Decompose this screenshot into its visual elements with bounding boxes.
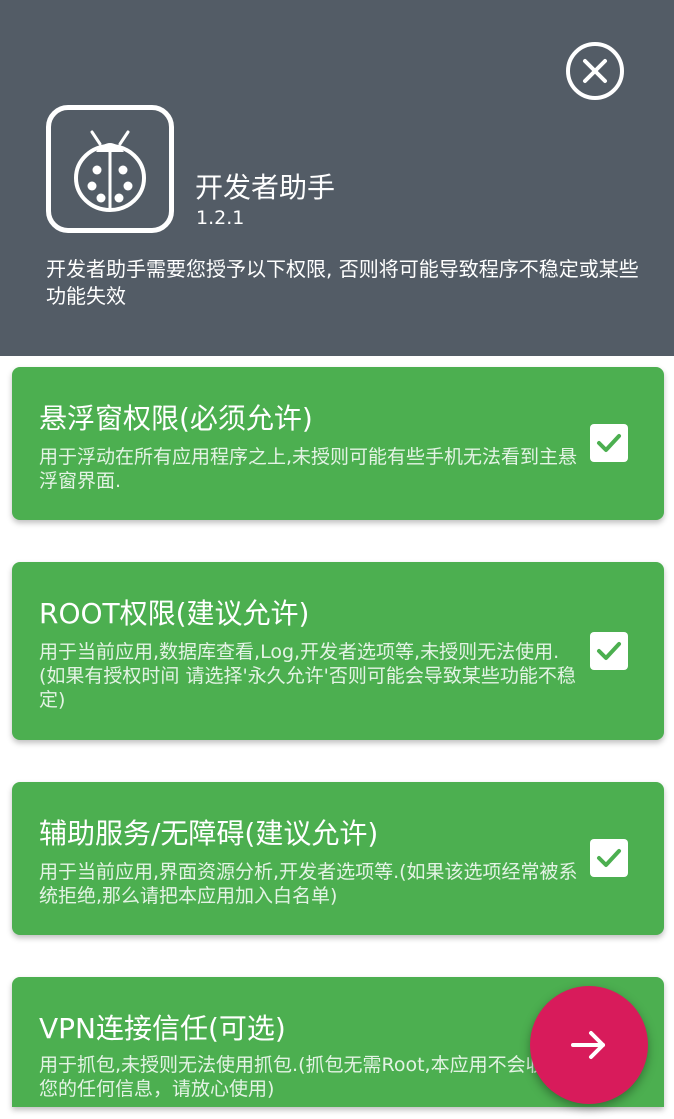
app-name: 开发者助手 <box>195 171 336 204</box>
permission-title: ROOT权限(建议允许) <box>39 597 310 630</box>
permission-description: 用于当前应用,数据库查看,Log,开发者选项等,未授则无法使用.(如果有授权时间… <box>39 641 576 711</box>
permission-card-accessibility[interactable]: 辅助服务/无障碍(建议允许) 用于当前应用,界面资源分析,开发者选项等.(如果该… <box>12 782 664 935</box>
permission-description: 用于抓包,未授则无法使用抓包.(抓包无需Root,本应用不会收集您的任何信息，请… <box>39 1054 564 1100</box>
ladybug-icon <box>74 130 146 212</box>
check-icon <box>597 849 621 867</box>
app-logo <box>46 105 174 233</box>
permission-card-root[interactable]: ROOT权限(建议允许) 用于当前应用,数据库查看,Log,开发者选项等,未授则… <box>12 562 664 740</box>
permission-checkbox[interactable] <box>590 839 628 877</box>
permission-title: VPN连接信任(可选) <box>39 1012 286 1045</box>
permission-title: 辅助服务/无障碍(建议允许) <box>39 817 379 850</box>
check-icon <box>597 642 621 660</box>
permission-checkbox[interactable] <box>590 632 628 670</box>
check-icon <box>597 434 621 452</box>
header: 开发者助手 1.2.1 开发者助手需要您授予以下权限, 否则将可能导致程序不稳定… <box>0 0 674 356</box>
permission-description: 用于浮动在所有应用程序之上,未授则可能有些手机无法看到主悬浮窗界面. <box>39 446 578 492</box>
permission-description: 用于当前应用,界面资源分析,开发者选项等.(如果该选项经常被系统拒绝,那么请把本… <box>39 861 578 907</box>
permission-intro: 开发者助手需要您授予以下权限, 否则将可能导致程序不稳定或某些功能失效 <box>46 257 639 308</box>
permission-title: 悬浮窗权限(必须允许) <box>39 402 313 435</box>
permission-checkbox[interactable] <box>590 424 628 462</box>
app-version: 1.2.1 <box>196 207 245 229</box>
close-button[interactable] <box>566 42 624 100</box>
next-button[interactable] <box>530 986 648 1104</box>
permission-card-overlay[interactable]: 悬浮窗权限(必须允许) 用于浮动在所有应用程序之上,未授则可能有些手机无法看到主… <box>12 367 664 520</box>
arrow-right-icon <box>571 1031 605 1059</box>
close-icon <box>583 59 607 83</box>
